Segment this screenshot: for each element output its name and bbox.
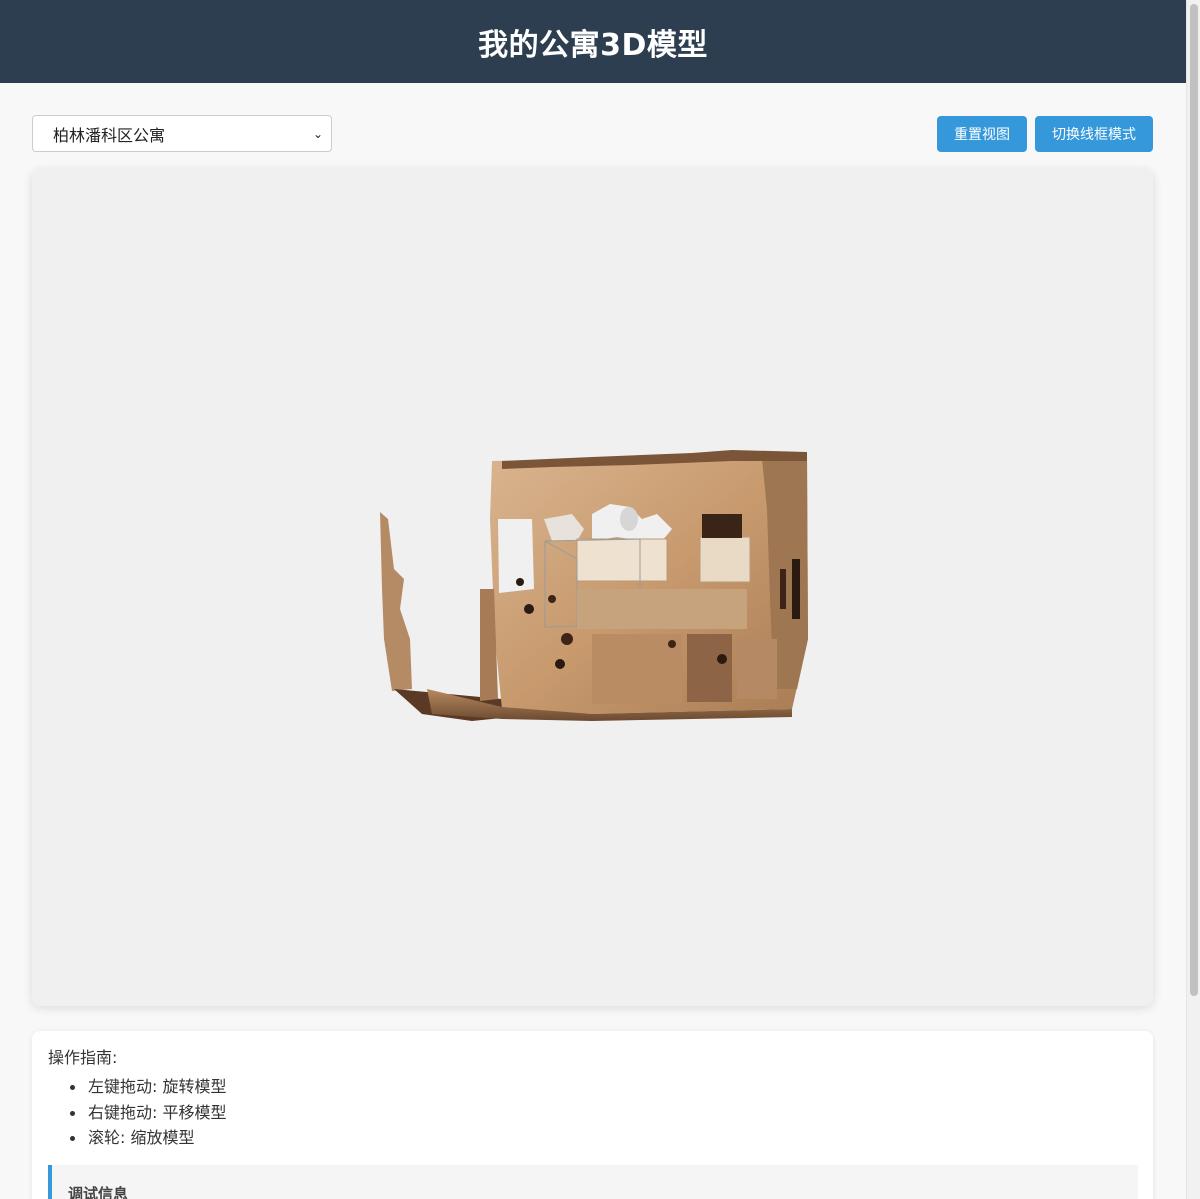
apartment-select[interactable]: 柏林潘科区公寓 ⌄	[32, 115, 332, 152]
app-header: 我的公寓3D模型	[0, 0, 1186, 83]
app-page: 我的公寓3D模型 柏林潘科区公寓 ⌄ 重置视图 切换线框模式 操作指南: 左键拖…	[0, 0, 1200, 1199]
info-panel: 操作指南: 左键拖动: 旋转模型 右键拖动: 平移模型 滚轮: 缩放模型 调试信…	[32, 1031, 1153, 1199]
guide-list: 左键拖动: 旋转模型 右键拖动: 平移模型 滚轮: 缩放模型	[48, 1074, 1137, 1151]
list-item: 右键拖动: 平移模型	[48, 1100, 1137, 1126]
scrollbar-thumb[interactable]	[1190, 4, 1198, 996]
reset-view-button[interactable]: 重置视图	[937, 116, 1027, 152]
list-item: 滚轮: 缩放模型	[48, 1125, 1137, 1151]
list-item: 左键拖动: 旋转模型	[48, 1074, 1137, 1100]
3d-viewer-canvas[interactable]	[32, 169, 1153, 1006]
apartment-3d-model	[380, 450, 808, 721]
guide-title: 操作指南:	[48, 1048, 118, 1067]
debug-panel: 调试信息	[48, 1165, 1138, 1199]
toggle-wireframe-button[interactable]: 切换线框模式	[1035, 116, 1153, 152]
apartment-select-value: 柏林潘科区公寓	[53, 125, 166, 145]
page-scrollbar[interactable]	[1186, 0, 1200, 1199]
debug-title: 调试信息	[68, 1185, 129, 1199]
page-title: 我的公寓3D模型	[478, 27, 708, 63]
chevron-down-icon: ⌄	[312, 126, 323, 141]
